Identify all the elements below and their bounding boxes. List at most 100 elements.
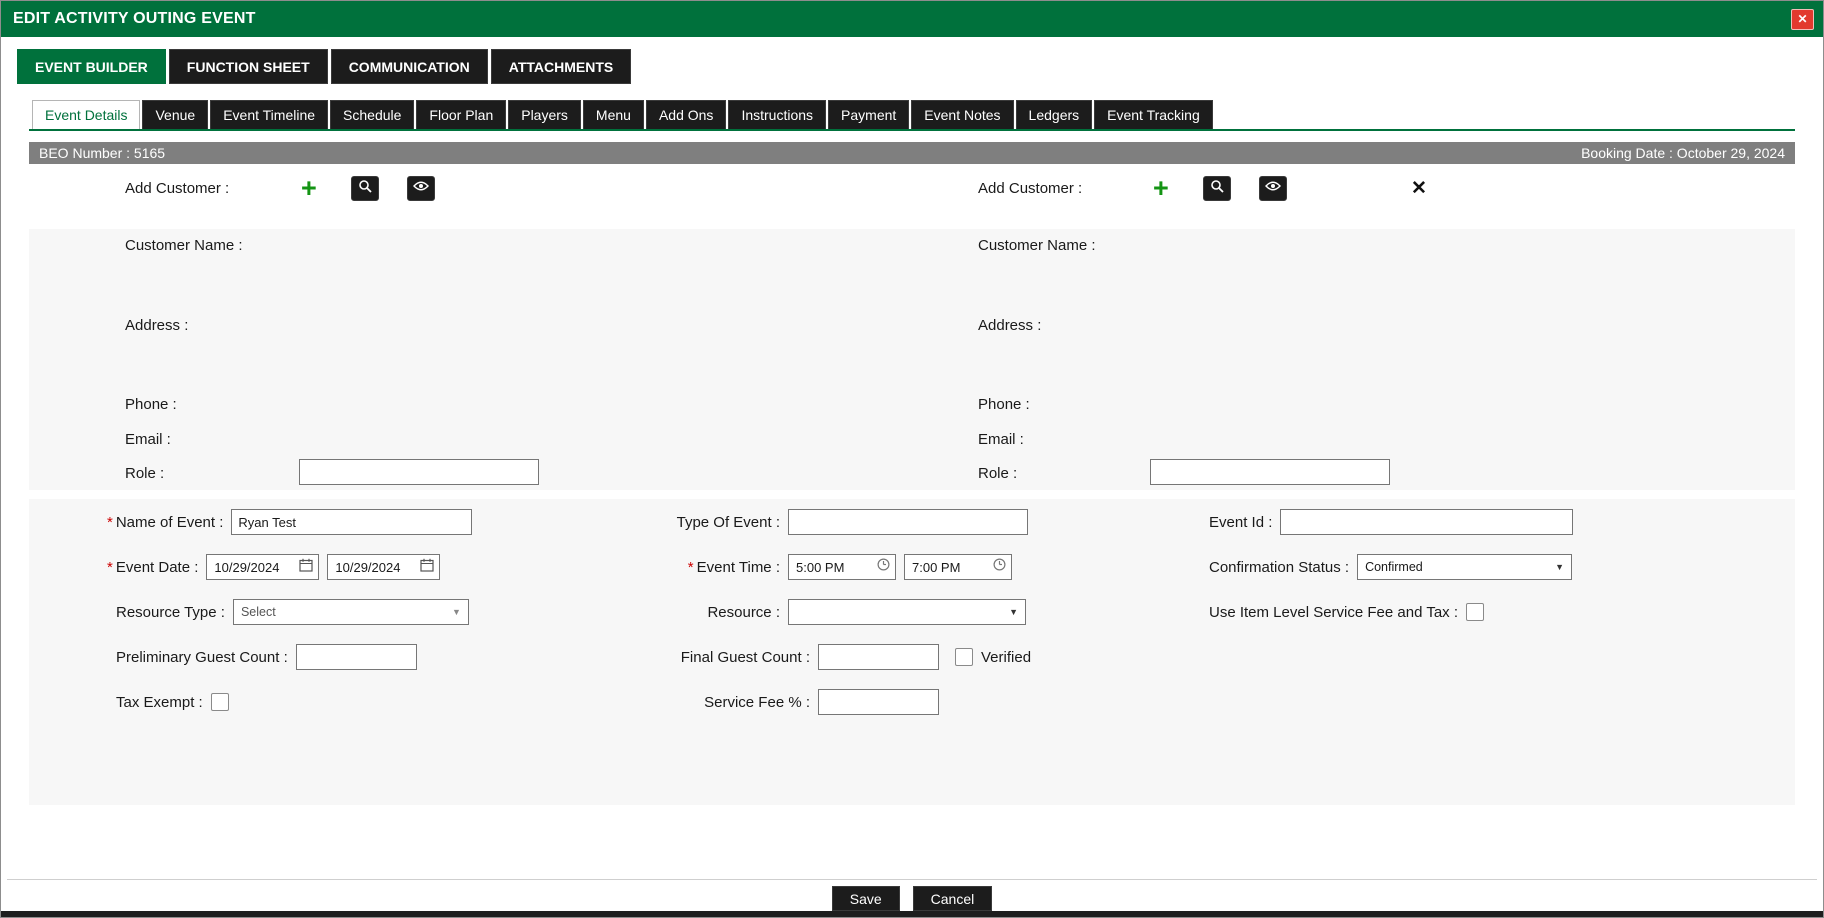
info-bar: BEO Number : 5165 Booking Date : October…	[29, 142, 1795, 164]
customer-info-panel: Customer Name : Address : Phone : Email …	[29, 229, 1795, 490]
close-icon[interactable]: ✕	[1791, 9, 1814, 30]
event-date-label: Event Date :	[116, 559, 199, 576]
resource-type-label: Resource Type :	[116, 604, 225, 621]
edit-activity-outing-event-dialog: EDIT ACTIVITY OUTING EVENT ✕ EVENT BUILD…	[0, 0, 1824, 918]
search-icon	[1210, 179, 1224, 198]
confirmation-status-value: Confirmed	[1365, 560, 1555, 574]
subtab-add-ons[interactable]: Add Ons	[646, 100, 726, 129]
subtab-players[interactable]: Players	[508, 100, 581, 129]
eye-icon	[1265, 179, 1281, 197]
subtab-event-tracking[interactable]: Event Tracking	[1094, 100, 1213, 129]
customer-name-label-left: Customer Name :	[125, 237, 243, 254]
event-time-end-value: 7:00 PM	[912, 560, 989, 575]
search-customer-button-left[interactable]	[351, 176, 379, 201]
event-date-start-value: 10/29/2024	[214, 560, 295, 575]
event-time-label: Event Time :	[697, 559, 780, 576]
role-input-left[interactable]	[299, 459, 539, 485]
clock-icon	[993, 558, 1006, 576]
name-of-event-input[interactable]	[231, 509, 472, 535]
cancel-button[interactable]: Cancel	[913, 886, 993, 911]
main-tab-bar: EVENT BUILDER FUNCTION SHEET COMMUNICATI…	[17, 49, 631, 84]
name-of-event-label: Name of Event :	[116, 514, 224, 531]
view-customer-button-left[interactable]	[407, 176, 435, 201]
beo-number: BEO Number : 5165	[39, 145, 165, 161]
booking-date: Booking Date : October 29, 2024	[1581, 145, 1785, 161]
tab-event-builder[interactable]: EVENT BUILDER	[17, 49, 166, 84]
subtab-event-timeline[interactable]: Event Timeline	[210, 100, 328, 129]
event-date-end-input[interactable]: 10/29/2024	[327, 554, 440, 580]
add-customer-row: Add Customer : + Add Customer : +	[29, 171, 1795, 205]
use-item-level-checkbox[interactable]	[1466, 603, 1484, 621]
service-fee-input[interactable]	[818, 689, 939, 715]
confirmation-status-label: Confirmation Status :	[1209, 559, 1349, 576]
add-customer-plus-icon-right[interactable]: +	[1153, 175, 1169, 201]
subtab-event-notes[interactable]: Event Notes	[911, 100, 1013, 129]
remove-customer-icon[interactable]: ✕	[1411, 179, 1427, 198]
save-button[interactable]: Save	[832, 886, 900, 911]
customer-name-label-right: Customer Name :	[978, 237, 1096, 254]
tab-communication[interactable]: COMMUNICATION	[331, 49, 488, 84]
chevron-down-icon: ▼	[452, 607, 461, 617]
clock-icon	[877, 558, 890, 576]
required-marker: *	[688, 559, 694, 576]
eye-icon	[413, 179, 429, 197]
dialog-bottom-edge	[1, 911, 1823, 918]
resource-label: Resource :	[707, 604, 780, 621]
address-label-right: Address :	[978, 317, 1041, 334]
calendar-icon	[420, 558, 434, 577]
resource-type-select[interactable]: Select ▼	[233, 599, 469, 625]
tab-attachments[interactable]: ATTACHMENTS	[491, 49, 631, 84]
verified-checkbox[interactable]	[955, 648, 973, 666]
email-label-right: Email :	[978, 431, 1024, 448]
event-time-start-value: 5:00 PM	[796, 560, 873, 575]
final-guest-count-input[interactable]	[818, 644, 939, 670]
service-fee-label: Service Fee % :	[704, 694, 810, 711]
resource-type-value: Select	[241, 605, 452, 619]
final-guest-count-label: Final Guest Count :	[681, 649, 810, 666]
tax-exempt-label: Tax Exempt :	[116, 694, 203, 711]
subtab-floor-plan[interactable]: Floor Plan	[416, 100, 506, 129]
event-time-end-input[interactable]: 7:00 PM	[904, 554, 1012, 580]
footer-divider	[7, 879, 1817, 880]
add-customer-plus-icon-left[interactable]: +	[301, 175, 317, 201]
subtab-instructions[interactable]: Instructions	[728, 100, 826, 129]
chevron-down-icon: ▼	[1555, 562, 1564, 572]
close-glyph: ✕	[1797, 13, 1807, 25]
verified-label: Verified	[981, 649, 1031, 666]
event-id-label: Event Id :	[1209, 514, 1272, 531]
subtab-ledgers[interactable]: Ledgers	[1016, 100, 1093, 129]
use-item-level-label: Use Item Level Service Fee and Tax :	[1209, 604, 1458, 621]
search-icon	[358, 179, 372, 198]
subtab-menu[interactable]: Menu	[583, 100, 644, 129]
dialog-titlebar: EDIT ACTIVITY OUTING EVENT ✕	[1, 1, 1823, 37]
preliminary-guest-count-input[interactable]	[296, 644, 417, 670]
view-customer-button-right[interactable]	[1259, 176, 1287, 201]
role-label-right: Role :	[978, 465, 1017, 482]
add-customer-label-left: Add Customer :	[125, 180, 229, 197]
event-time-start-input[interactable]: 5:00 PM	[788, 554, 896, 580]
type-of-event-input[interactable]	[788, 509, 1028, 535]
footer-button-row: Save Cancel	[1, 886, 1823, 911]
confirmation-status-select[interactable]: Confirmed ▼	[1357, 554, 1572, 580]
event-form-panel: *Name of Event : Type Of Event : Event I…	[29, 499, 1795, 805]
search-customer-button-right[interactable]	[1203, 176, 1231, 201]
subtab-payment[interactable]: Payment	[828, 100, 909, 129]
add-customer-label-right: Add Customer :	[978, 180, 1082, 197]
role-input-right[interactable]	[1150, 459, 1390, 485]
event-date-start-input[interactable]: 10/29/2024	[206, 554, 319, 580]
chevron-down-icon: ▼	[1009, 607, 1018, 617]
event-date-end-value: 10/29/2024	[335, 560, 416, 575]
dialog-title: EDIT ACTIVITY OUTING EVENT	[13, 10, 256, 28]
event-id-input[interactable]	[1280, 509, 1573, 535]
role-label-left: Role :	[125, 465, 164, 482]
address-label-left: Address :	[125, 317, 188, 334]
tab-function-sheet[interactable]: FUNCTION SHEET	[169, 49, 328, 84]
required-marker: *	[107, 559, 113, 576]
tax-exempt-checkbox[interactable]	[211, 693, 229, 711]
subtab-schedule[interactable]: Schedule	[330, 100, 414, 129]
subtab-venue[interactable]: Venue	[142, 100, 208, 129]
phone-label-left: Phone :	[125, 396, 177, 413]
calendar-icon	[299, 558, 313, 577]
subtab-event-details[interactable]: Event Details	[32, 100, 140, 129]
resource-select[interactable]: ▼	[788, 599, 1026, 625]
